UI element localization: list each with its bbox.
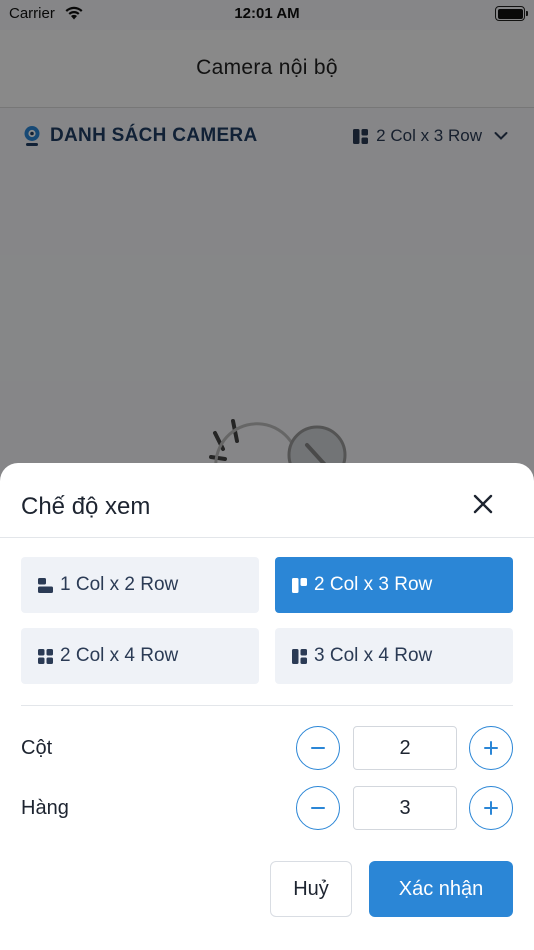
- layout-option-3col-4row[interactable]: 3 Col x 4 Row: [275, 628, 513, 684]
- layout-3x4-icon: [292, 648, 307, 664]
- layout-option-1col-2row[interactable]: 1 Col x 2 Row: [21, 557, 259, 613]
- sheet-title: Chế độ xem: [21, 493, 151, 520]
- options-divider: [21, 705, 513, 706]
- layout-option-label: 3 Col x 4 Row: [314, 645, 433, 666]
- rows-value-field[interactable]: 3: [353, 786, 457, 830]
- rows-label: Hàng: [21, 797, 69, 819]
- layout-option-2col-3row[interactable]: 2 Col x 3 Row: [275, 557, 513, 613]
- plus-icon: [484, 741, 498, 755]
- rows-increment-button[interactable]: [469, 786, 513, 830]
- columns-decrement-button[interactable]: [296, 726, 340, 770]
- minus-icon: [311, 807, 325, 809]
- minus-icon: [311, 747, 325, 749]
- layout-option-label: 2 Col x 4 Row: [60, 645, 179, 666]
- view-mode-sheet: Chế độ xem 1 Col x 2 Row 2 Col x 3 Row 2…: [0, 463, 534, 950]
- sheet-divider: [0, 537, 534, 538]
- confirm-button[interactable]: Xác nhận: [369, 861, 513, 917]
- close-button[interactable]: [470, 491, 496, 517]
- columns-label: Cột: [21, 737, 53, 759]
- cancel-button[interactable]: Huỷ: [270, 861, 352, 917]
- layout-option-label: 1 Col x 2 Row: [60, 574, 179, 595]
- columns-increment-button[interactable]: [469, 726, 513, 770]
- layout-2x4-icon: [38, 648, 53, 664]
- layout-option-2col-4row[interactable]: 2 Col x 4 Row: [21, 628, 259, 684]
- layout-1x2-icon: [38, 577, 53, 593]
- close-icon: [473, 494, 493, 514]
- layout-option-label: 2 Col x 3 Row: [314, 574, 433, 595]
- plus-icon: [484, 801, 498, 815]
- columns-value-field[interactable]: 2: [353, 726, 457, 770]
- layout-2x3-icon: [292, 577, 307, 593]
- rows-decrement-button[interactable]: [296, 786, 340, 830]
